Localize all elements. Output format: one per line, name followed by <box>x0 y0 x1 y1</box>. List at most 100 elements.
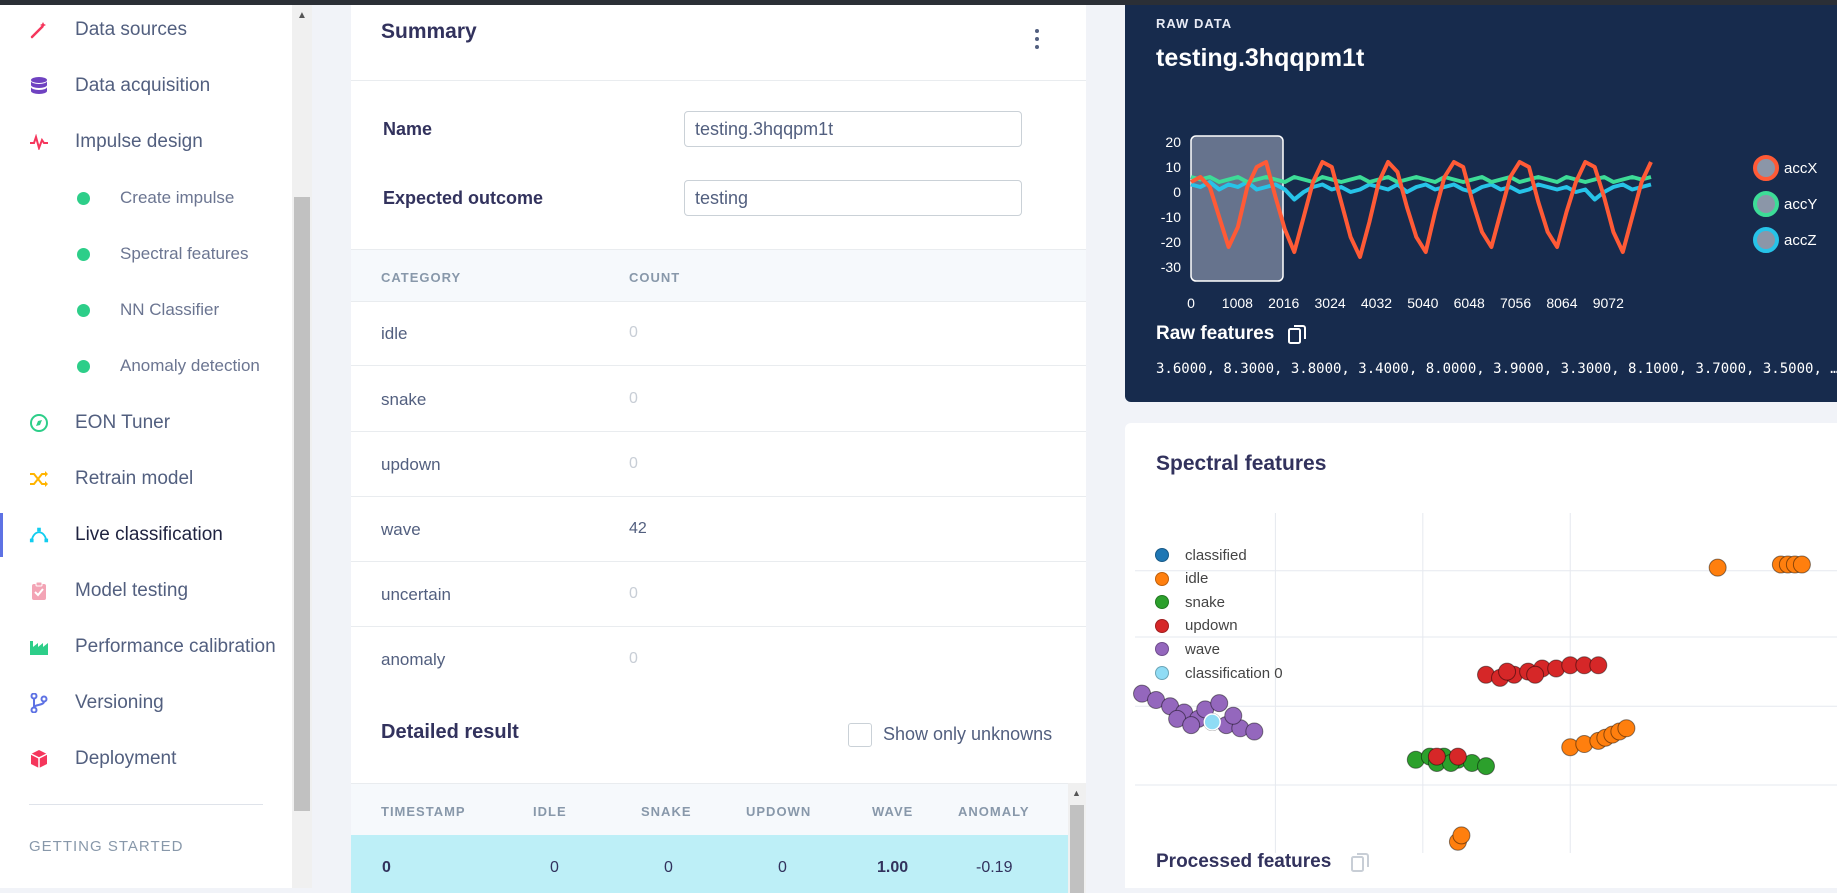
category-count: 0 <box>629 585 638 602</box>
legend-label: accZ <box>1784 232 1817 249</box>
x-tick-label: 1008 <box>1222 295 1253 311</box>
legend-label: classification 0 <box>1185 664 1283 682</box>
scatter-point-snake <box>1477 757 1495 776</box>
processed-features-title: Processed features <box>1156 851 1332 872</box>
more-options-icon[interactable] <box>1033 29 1041 49</box>
sidebar-subitem-anomaly-detection[interactable]: Anomaly detection <box>0 346 292 386</box>
sidebar-item-data-sources[interactable]: Data sources <box>0 10 292 50</box>
feature-scatter-plot <box>1133 513 1837 853</box>
window-selection <box>1190 135 1284 282</box>
table-row: snake 0 <box>351 366 1086 432</box>
table-row: wave 42 <box>351 496 1086 562</box>
scatter-point-wave <box>1224 706 1243 725</box>
copy-icon[interactable] <box>1288 325 1306 345</box>
column-header-count: COUNT <box>629 270 681 285</box>
sidebar-item-deployment[interactable]: Deployment <box>0 739 292 779</box>
status-dot-icon <box>77 191 90 205</box>
scatter-point-wave <box>1210 694 1229 713</box>
category-count: 42 <box>629 520 647 537</box>
legend-item[interactable]: classification 0 <box>1155 663 1283 683</box>
category-name: snake <box>381 390 427 409</box>
scatter-point-idle <box>1792 555 1811 574</box>
show-only-unknowns-checkbox[interactable] <box>848 723 872 747</box>
summary-title: Summary <box>381 20 477 43</box>
legend-item[interactable]: snake <box>1155 592 1225 612</box>
legend-item[interactable]: updown <box>1155 616 1238 636</box>
database-icon <box>29 76 49 96</box>
sidebar-subitem-nn-classifier[interactable]: NN Classifier <box>0 290 292 330</box>
sidebar-subitem-create-impulse[interactable]: Create impulse <box>0 178 292 218</box>
scroll-up-arrow-icon[interactable]: ▲ <box>1072 788 1081 798</box>
sidebar-section-title: GETTING STARTED <box>29 838 184 855</box>
summary-card: Summary Name Expected outcome CATEGORY C… <box>351 5 1086 893</box>
status-dot-icon <box>77 303 90 317</box>
divider <box>351 80 1086 81</box>
name-label: Name <box>383 119 433 139</box>
git-branch-icon <box>29 693 49 713</box>
column-header-idle: IDLE <box>533 804 567 819</box>
y-tick-label: 0 <box>1173 184 1181 200</box>
sidebar-item-model-testing[interactable]: Model testing <box>0 571 292 611</box>
x-tick-label: 0 <box>1187 295 1195 311</box>
sidebar-item-impulse-design[interactable]: Impulse design <box>0 122 292 162</box>
sidebar-subitem-spectral-features[interactable]: Spectral features <box>0 234 292 274</box>
expected-outcome-label: Expected outcome <box>383 188 544 208</box>
legend-item[interactable]: idle <box>1155 569 1208 589</box>
table-row: anomaly 0 <box>351 626 1086 691</box>
shuffle-icon <box>29 469 49 489</box>
sidebar-divider <box>29 804 263 805</box>
y-tick-label: -10 <box>1161 209 1181 225</box>
result-row[interactable]: 0 0 0 0 1.00 -0.19 <box>351 835 1068 893</box>
legend-item[interactable]: wave <box>1155 639 1220 659</box>
sidebar-item-versioning[interactable]: Versioning <box>0 683 292 723</box>
scatter-point-updown <box>1498 662 1517 681</box>
scatter-point-idle <box>1617 719 1636 738</box>
sidebar-scrollbar-thumb[interactable] <box>294 197 310 811</box>
scroll-up-arrow-icon[interactable]: ▲ <box>297 10 307 21</box>
scatter-point-idle <box>1452 826 1471 845</box>
y-tick-label: 20 <box>1165 134 1181 150</box>
x-tick-label: 9072 <box>1593 295 1624 311</box>
result-table-scrollbar-thumb[interactable] <box>1070 805 1084 893</box>
compass-icon <box>29 413 49 433</box>
copy-icon[interactable] <box>1351 853 1369 873</box>
sidebar-item-performance-calibration[interactable]: Performance calibration <box>0 627 292 667</box>
y-tick-label: 10 <box>1165 159 1181 175</box>
category-table-header: CATEGORY COUNT <box>351 249 1086 302</box>
result-cell-wave: 1.00 <box>877 859 909 876</box>
x-tick-label: 5040 <box>1407 295 1438 311</box>
detailed-result-title: Detailed result <box>381 721 519 743</box>
scatter-point-wave <box>1245 722 1264 741</box>
raw-data-card: 20 10 0 -10 -20 -30 0 1008 2016 3024 4032 5040 6048 7… <box>1125 5 1837 402</box>
x-tick-label: 7056 <box>1500 295 1531 311</box>
pulse-icon <box>29 132 49 152</box>
status-dot-icon <box>77 359 90 373</box>
magic-wand-icon <box>29 20 49 40</box>
y-tick-label: -20 <box>1161 234 1181 250</box>
legend-item[interactable]: classified <box>1155 545 1247 565</box>
legend-label: updown <box>1185 617 1238 635</box>
category-name: anomaly <box>381 650 446 669</box>
scatter-point-updown <box>1427 747 1446 766</box>
column-header-timestamp: TIMESTAMP <box>381 804 466 819</box>
sidebar-item-eon-tuner[interactable]: EON Tuner <box>0 403 292 443</box>
name-field[interactable] <box>684 111 1022 147</box>
category-name: updown <box>381 455 441 474</box>
expected-outcome-field[interactable] <box>684 180 1022 216</box>
sidebar-item-data-acquisition[interactable]: Data acquisition <box>0 66 292 106</box>
scatter-point-updown <box>1589 656 1608 675</box>
legend-label: idle <box>1185 570 1209 588</box>
result-table-header: TIMESTAMP IDLE SNAKE UPDOWN WAVE ANOMALY <box>351 783 1068 836</box>
show-only-unknowns-label[interactable]: Show only unknowns <box>883 724 1052 745</box>
spectral-features-title: Spectral features <box>1156 452 1327 475</box>
result-cell-updown: 0 <box>778 859 787 876</box>
sidebar-item-retrain-model[interactable]: Retrain model <box>0 459 292 499</box>
legend-marker <box>1155 571 1169 586</box>
raw-features-value: 3.6000, 8.3000, 3.8000, 3.4000, 8.0000, … <box>1156 361 1837 377</box>
category-name: wave <box>381 520 421 539</box>
sidebar-item-live-classification[interactable]: Live classification <box>0 515 292 555</box>
legend-label: snake <box>1185 593 1226 611</box>
bezier-icon <box>29 525 49 545</box>
column-header-category: CATEGORY <box>381 270 462 285</box>
table-row: uncertain 0 <box>351 561 1086 627</box>
